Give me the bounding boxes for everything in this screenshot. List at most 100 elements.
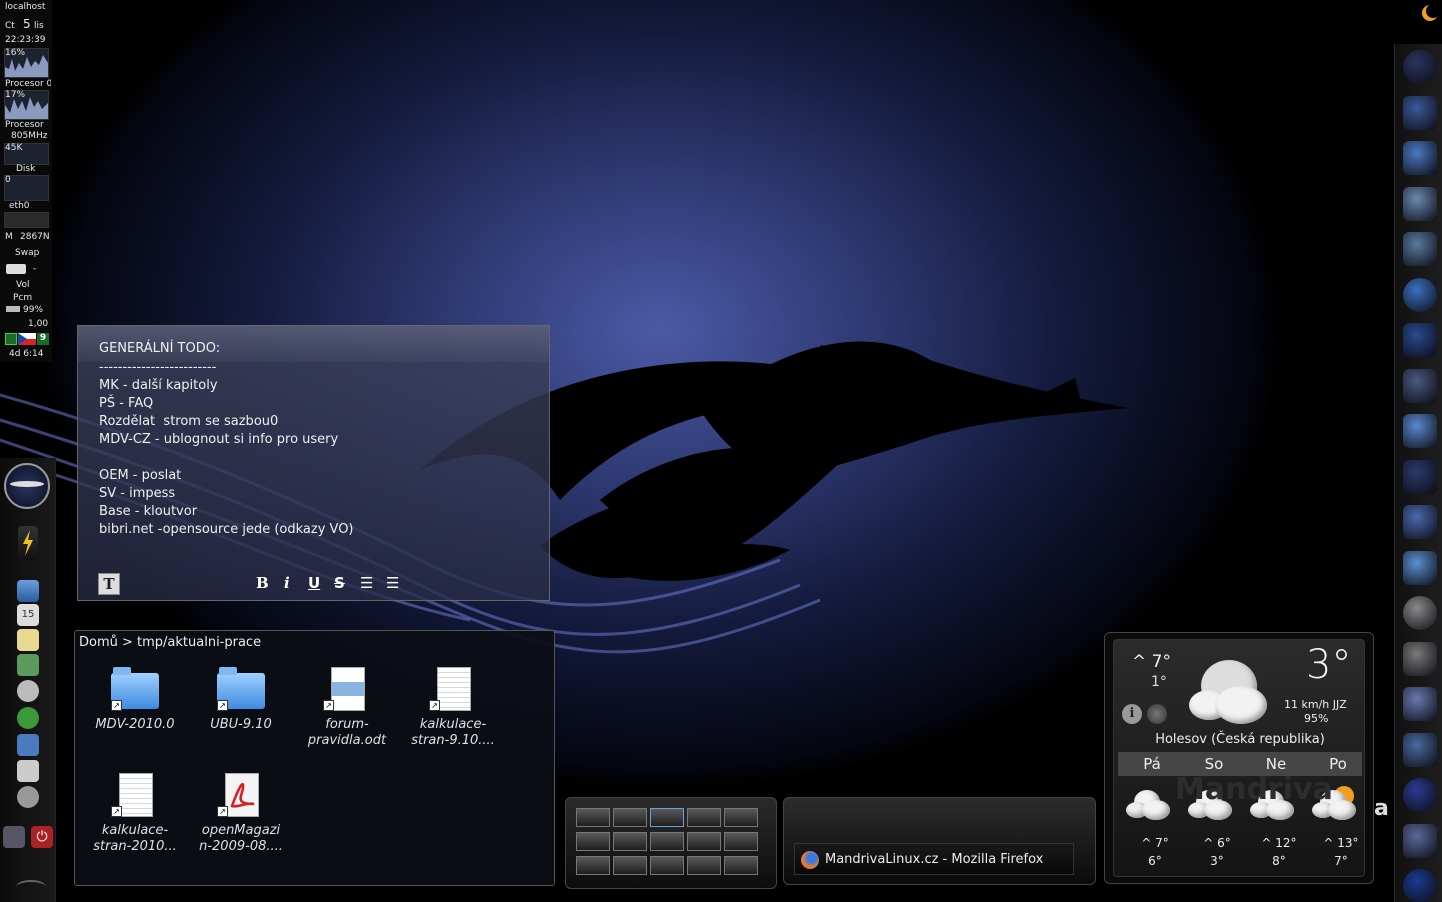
memory-bar: [4, 212, 49, 228]
inkscape-icon[interactable]: [1403, 459, 1437, 494]
hp-icon[interactable]: [1403, 869, 1437, 902]
disc-icon[interactable]: [17, 786, 39, 808]
desktop-icon[interactable]: [1403, 95, 1437, 130]
folder-icon: ↗: [111, 667, 159, 711]
note-widget[interactable]: GENERÁLNÍ TODO: ------------------------…: [77, 325, 550, 601]
info-icon[interactable]: i: [1122, 704, 1142, 724]
align-center-button[interactable]: ☰: [360, 574, 373, 592]
network-icon[interactable]: [17, 707, 39, 729]
mandriva-moon-icon[interactable]: [1414, 0, 1442, 28]
note-line: OEM - poslat: [99, 468, 182, 483]
desktop-check-icon[interactable]: [17, 580, 39, 602]
app-icon[interactable]: [5, 333, 17, 345]
humidity: 95%: [1304, 712, 1329, 725]
lightning-icon[interactable]: [18, 526, 38, 560]
file-manager-icon[interactable]: [1403, 232, 1437, 266]
virtual-desktop-9[interactable]: [687, 832, 721, 851]
network-globe-icon[interactable]: [1403, 323, 1437, 357]
disk-value: 45K: [5, 143, 23, 153]
amarok-icon[interactable]: [1403, 596, 1437, 630]
cpu-frequency: 805MHz: [11, 131, 48, 141]
virtual-desktop-13[interactable]: [650, 856, 684, 875]
text-format-button[interactable]: T: [98, 573, 120, 595]
kde-menu-icon[interactable]: [1403, 50, 1437, 84]
forecast-low: 7°: [1334, 854, 1348, 868]
mail-icon[interactable]: [6, 264, 26, 274]
exit-icon[interactable]: [17, 654, 39, 676]
cpu0-label: Procesor 0: [5, 79, 51, 89]
forecast-high: ^ 13°: [1323, 836, 1359, 850]
chromium-icon[interactable]: [1403, 277, 1437, 312]
note-line: PŠ - FAQ: [99, 396, 154, 411]
wind: 11 km/h JJZ: [1284, 698, 1347, 711]
desktop-file-item[interactable]: ↗ UBU-9.10: [193, 667, 289, 733]
taskbar: MandrivaLinux.cz - Mozilla Firefox: [783, 797, 1096, 885]
monitor-icon[interactable]: [1403, 550, 1437, 585]
lock-screen-icon[interactable]: [3, 826, 25, 848]
forecast-day-name: Pá: [1143, 755, 1161, 773]
virtual-desktop-8[interactable]: [650, 832, 684, 851]
underline-button[interactable]: U: [308, 574, 320, 592]
kickoff-menu-icon[interactable]: [4, 463, 50, 509]
desktop-file-item[interactable]: ↗ forum-pravidla.odt: [299, 667, 395, 749]
link-overlay-icon: ↗: [217, 806, 228, 817]
printer-icon[interactable]: [1403, 823, 1437, 858]
mouse-icon[interactable]: [1403, 368, 1437, 403]
virtual-desktop-11[interactable]: [576, 856, 610, 875]
virtual-desktop-1[interactable]: [576, 808, 610, 827]
file-label: MDV-2010.0: [95, 717, 175, 732]
desktop-file-item[interactable]: ↗ MDV-2010.0: [87, 667, 183, 733]
system-monitor-panel: localhost Čt 5 lis 22:23:39 16% Procesor…: [0, 0, 52, 362]
forecast-day-name: Po: [1329, 755, 1347, 773]
virtual-desktop-2[interactable]: [613, 808, 647, 827]
desktop-file-item[interactable]: ↗ openMagazi n-2009-08....: [193, 773, 289, 855]
date-day: Čt: [5, 21, 15, 31]
virtual-desktop-15[interactable]: [724, 856, 758, 875]
virtual-desktop-5[interactable]: [724, 808, 758, 827]
display-settings-icon[interactable]: [1403, 141, 1437, 175]
blue-sphere-icon[interactable]: [1403, 778, 1437, 812]
czech-flag-icon[interactable]: [18, 333, 36, 345]
firefox-icon: [801, 851, 819, 869]
file-label: stran-2010...: [93, 839, 177, 854]
breadcrumb[interactable]: Domů > tmp/aktualni-prace: [79, 635, 261, 650]
virtual-desktop-3[interactable]: [650, 808, 684, 827]
desktop-pager[interactable]: [565, 797, 777, 889]
scanner-icon[interactable]: [1403, 687, 1437, 721]
virtual-desktop-14[interactable]: [687, 856, 721, 875]
virtual-desktop-12[interactable]: [613, 856, 647, 875]
weather-widget[interactable]: ^ 7° 1° i 3° 11 km/h JJZ 95% Holesov (Če…: [1104, 632, 1374, 884]
virtual-desktop-4[interactable]: [687, 808, 721, 827]
task-firefox[interactable]: MandrivaLinux.cz - Mozilla Firefox: [794, 843, 1074, 875]
wireless-icon[interactable]: [1403, 641, 1437, 676]
calendar-icon[interactable]: 15: [17, 604, 39, 626]
desktop-file-item[interactable]: ↗ kalkulace-stran-9.10....: [405, 667, 501, 749]
align-justify-button[interactable]: ☰: [386, 574, 399, 592]
shutdown-icon[interactable]: ⏻: [31, 826, 53, 848]
virtual-desktop-6[interactable]: [576, 832, 610, 851]
load-value: 1,00: [28, 319, 49, 329]
virtual-desktop-7[interactable]: [613, 832, 647, 851]
clipboard-icon[interactable]: [17, 629, 39, 651]
forecast-day-name: Ne: [1265, 755, 1287, 773]
clock: 22:23:39: [5, 35, 46, 45]
virtual-desktop-10[interactable]: [724, 832, 758, 851]
tools-icon[interactable]: [1403, 186, 1437, 221]
link-overlay-icon: ↗: [111, 700, 122, 711]
bold-button[interactable]: B: [256, 574, 269, 592]
strikethrough-button[interactable]: S: [334, 574, 345, 592]
italic-button[interactable]: i: [284, 574, 290, 592]
sheep-icon[interactable]: [17, 680, 39, 702]
keyboard-layout-count[interactable]: 9: [37, 333, 49, 345]
desktop-file-item[interactable]: ↗ kalkulace-stran-2010...: [87, 773, 183, 855]
fish-icon[interactable]: [1403, 732, 1437, 767]
globe-icon[interactable]: [1147, 704, 1167, 724]
photo-icon[interactable]: [1403, 505, 1437, 539]
monitor-icon[interactable]: [17, 734, 39, 756]
note-line: SV - impess: [99, 486, 176, 501]
forecast-low: 3°: [1210, 854, 1224, 868]
picture-viewer-icon[interactable]: [1403, 414, 1437, 448]
mail-count: -: [33, 264, 37, 274]
watermark-letter: a: [1374, 796, 1389, 821]
no-entry-icon[interactable]: [17, 760, 39, 782]
